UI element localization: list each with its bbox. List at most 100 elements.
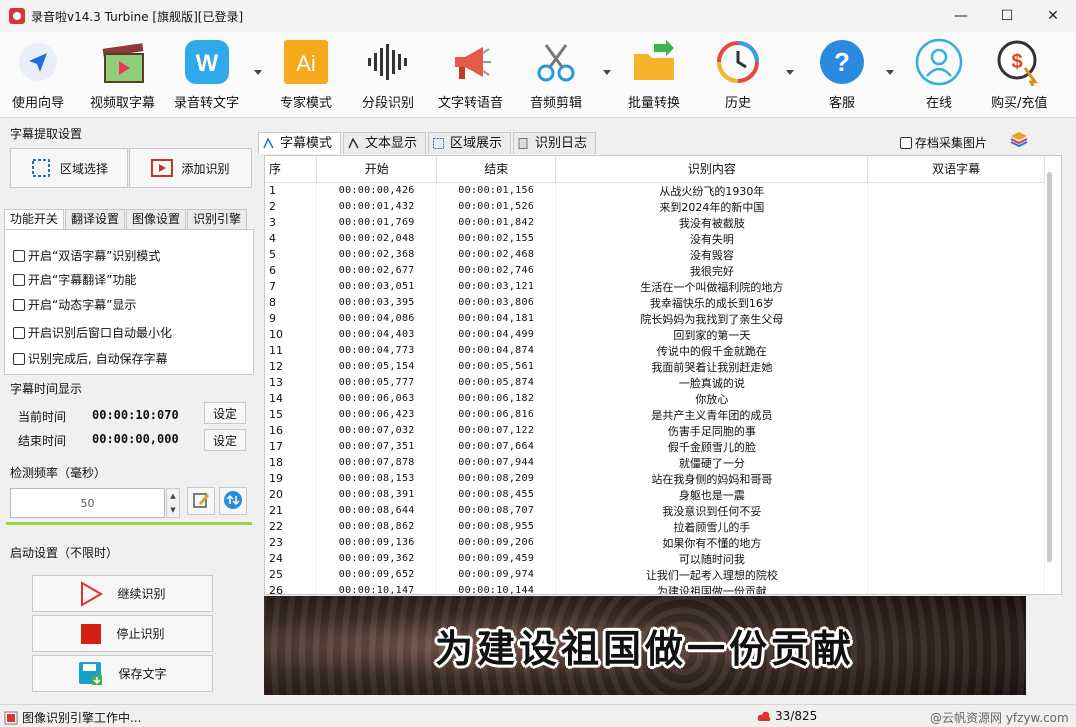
tab-text-display[interactable]: 文本显示 — [343, 132, 427, 154]
table-row[interactable]: 2 00:00:01,432 00:00:01,526 来到2024年的新中国 — [265, 198, 1045, 215]
toolbar-support[interactable]: ? 客服 — [818, 38, 866, 111]
spin-down-icon[interactable]: ▼ — [170, 506, 175, 514]
tab-function-switch[interactable]: 功能开关 — [4, 209, 65, 229]
chevron-down-icon[interactable] — [254, 70, 262, 75]
set-end-time-button[interactable]: 设定 — [204, 429, 246, 451]
maximize-button[interactable]: ☐ — [984, 0, 1030, 32]
w-badge-icon: W — [183, 38, 231, 86]
freq-spinner[interactable]: ▲ ▼ — [166, 488, 180, 518]
table-row[interactable]: 1 00:00:00,426 00:00:01,156 从战火纷飞的1930年 — [265, 182, 1045, 199]
close-button[interactable]: ✕ — [1030, 0, 1076, 32]
cell-content: 我幸福快乐的成长到16岁 — [555, 294, 869, 311]
table-row[interactable]: 17 00:00:07,351 00:00:07,664 假千金顾雪儿的脸 — [265, 438, 1045, 455]
checkbox-icon[interactable] — [13, 326, 25, 339]
option-translate[interactable]: 开启“字幕翻译”功能 — [13, 271, 136, 288]
table-row[interactable]: 20 00:00:08,391 00:00:08,455 身躯也是一震 — [265, 486, 1045, 503]
cell-bilingual — [867, 342, 1045, 359]
minimize-button[interactable]: — — [938, 0, 984, 32]
toolbar-guide[interactable]: 使用向导 — [12, 38, 64, 111]
table-row[interactable]: 18 00:00:07,878 00:00:07,944 就僵硬了一分 — [265, 454, 1045, 471]
cell-start: 00:00:09,652 — [316, 566, 437, 583]
col-header-bilingual[interactable]: 双语字幕 — [867, 156, 1045, 183]
cell-start: 00:00:02,677 — [316, 262, 437, 279]
checkbox-icon[interactable] — [13, 352, 25, 365]
chevron-down-icon[interactable] — [603, 70, 611, 75]
checkbox-icon[interactable] — [900, 136, 912, 149]
layers-icon[interactable] — [1010, 130, 1028, 151]
edit-freq-button[interactable] — [187, 487, 215, 515]
toolbar-text-to-speech[interactable]: 文字转语音 — [438, 38, 503, 111]
toolbar-history[interactable]: 历史 — [714, 38, 762, 111]
table-row[interactable]: 10 00:00:04,403 00:00:04,499 回到家的第一天 — [265, 326, 1045, 343]
tab-image-settings[interactable]: 图像设置 — [126, 209, 187, 229]
table-scrollbar[interactable] — [1047, 172, 1052, 562]
toolbar-audio-edit[interactable]: 音频剪辑 — [530, 38, 582, 111]
tab-region-display[interactable]: 区域展示 — [428, 132, 512, 154]
col-header-start[interactable]: 开始 — [316, 156, 437, 183]
table-row[interactable]: 11 00:00:04,773 00:00:04,874 传说中的假千金就跪在 — [265, 342, 1045, 359]
option-auto-save[interactable]: 识别完成后, 自动保存字幕 — [13, 350, 168, 367]
col-header-content[interactable]: 识别内容 — [555, 156, 869, 183]
cell-bilingual — [867, 214, 1045, 231]
checkbox-icon[interactable] — [13, 273, 25, 286]
table-row[interactable]: 3 00:00:01,769 00:00:01,842 我没有被截肢 — [265, 214, 1045, 231]
col-header-end[interactable]: 结束 — [436, 156, 557, 183]
table-row[interactable]: 12 00:00:05,154 00:00:05,561 我面前哭着让我别赶走她 — [265, 358, 1045, 375]
table-row[interactable]: 6 00:00:02,677 00:00:02,746 我很完好 — [265, 262, 1045, 279]
table-row[interactable]: 15 00:00:06,423 00:00:06,816 是共产主义青年团的成员 — [265, 406, 1045, 423]
table-row[interactable]: 24 00:00:09,362 00:00:09,459 可以随时问我 — [265, 550, 1045, 567]
table-row[interactable]: 16 00:00:07,032 00:00:07,122 伤害手足同胞的事 — [265, 422, 1045, 439]
tab-translate-settings[interactable]: 翻译设置 — [65, 209, 126, 229]
option-dynamic[interactable]: 开启“动态字幕”显示 — [13, 296, 136, 313]
table-row[interactable]: 26 00:00:10,147 00:00:10,144 为建设祖国做一份贡献 — [265, 582, 1045, 594]
checkbox-icon[interactable] — [13, 249, 25, 262]
col-header-index[interactable]: 序 — [265, 156, 318, 183]
toolbar-segment[interactable]: 分段识别 — [362, 38, 414, 111]
stop-recognize-button[interactable]: 停止识别 — [32, 615, 213, 652]
chevron-down-icon[interactable] — [886, 70, 894, 75]
add-recognize-button[interactable]: 添加识别 — [129, 148, 252, 188]
table-row[interactable]: 8 00:00:03,395 00:00:03,806 我幸福快乐的成长到16岁 — [265, 294, 1045, 311]
cell-bilingual — [867, 182, 1045, 199]
toolbar-purchase[interactable]: $ 购买/充值 — [991, 38, 1047, 111]
continue-recognize-button[interactable]: 继续识别 — [32, 575, 213, 612]
option-bilingual[interactable]: 开启“双语字幕”识别模式 — [13, 247, 160, 264]
table-row[interactable]: 19 00:00:08,153 00:00:08,209 站在我身侧的妈妈和哥哥 — [265, 470, 1045, 487]
save-text-button[interactable]: 保存文字 — [32, 655, 213, 692]
w-badge-letter: W — [195, 50, 218, 77]
tab-recognize-log[interactable]: 识别日志 — [513, 132, 597, 154]
table-row[interactable]: 25 00:00:09,652 00:00:09,974 让我们一起考入理想的院校 — [265, 566, 1045, 583]
chevron-down-icon[interactable] — [786, 70, 794, 75]
table-row[interactable]: 14 00:00:06,063 00:00:06,182 你放心 — [265, 390, 1045, 407]
cell-start: 00:00:04,773 — [316, 342, 437, 359]
tab-engine[interactable]: 识别引擎 — [187, 209, 248, 229]
toolbar-batch-convert[interactable]: 批量转换 — [628, 38, 680, 111]
tab-subtitle-mode[interactable]: 字幕模式 — [258, 132, 342, 154]
spin-up-icon[interactable]: ▲ — [170, 492, 175, 500]
save-images-option[interactable]: 存档采集图片 — [900, 134, 987, 151]
table-row[interactable]: 22 00:00:08,862 00:00:08,955 拉着顾雪儿的手 — [265, 518, 1045, 535]
cell-bilingual — [867, 326, 1045, 343]
cell-bilingual — [867, 246, 1045, 263]
cell-bilingual — [867, 198, 1045, 215]
table-row[interactable]: 21 00:00:08,644 00:00:08,707 我没意识到任何不妥 — [265, 502, 1045, 519]
detect-freq-input[interactable]: 50 — [10, 488, 165, 518]
toolbar-online[interactable]: 在线 — [915, 38, 963, 111]
toolbar-video-subtitle[interactable]: 视频取字幕 — [90, 38, 155, 111]
swap-button[interactable] — [219, 487, 247, 515]
toolbar-expert-mode[interactable]: Ai 专家模式 — [280, 38, 332, 111]
cell-end: 00:00:08,707 — [436, 502, 557, 519]
table-row[interactable]: 23 00:00:09,136 00:00:09,206 如果你有不懂的地方 — [265, 534, 1045, 551]
table-row[interactable]: 5 00:00:02,368 00:00:02,468 没有毁容 — [265, 246, 1045, 263]
table-row[interactable]: 4 00:00:02,048 00:00:02,155 没有失明 — [265, 230, 1045, 247]
cell-end: 00:00:07,944 — [436, 454, 557, 471]
table-row[interactable]: 9 00:00:04,086 00:00:04,181 院长妈妈为我找到了亲生父母 — [265, 310, 1045, 327]
region-select-button[interactable]: 区域选择 — [10, 148, 128, 188]
toolbar-audio-to-text[interactable]: W 录音转文字 — [174, 38, 239, 111]
set-current-time-button[interactable]: 设定 — [204, 402, 246, 424]
option-auto-minimize[interactable]: 开启识别后窗口自动最小化 — [13, 324, 172, 341]
help-question-mark: ? — [834, 47, 850, 77]
table-row[interactable]: 7 00:00:03,051 00:00:03,121 生活在一个叫做福利院的地方 — [265, 278, 1045, 295]
checkbox-icon[interactable] — [13, 298, 25, 311]
table-row[interactable]: 13 00:00:05,777 00:00:05,874 一脸真诚的说 — [265, 374, 1045, 391]
